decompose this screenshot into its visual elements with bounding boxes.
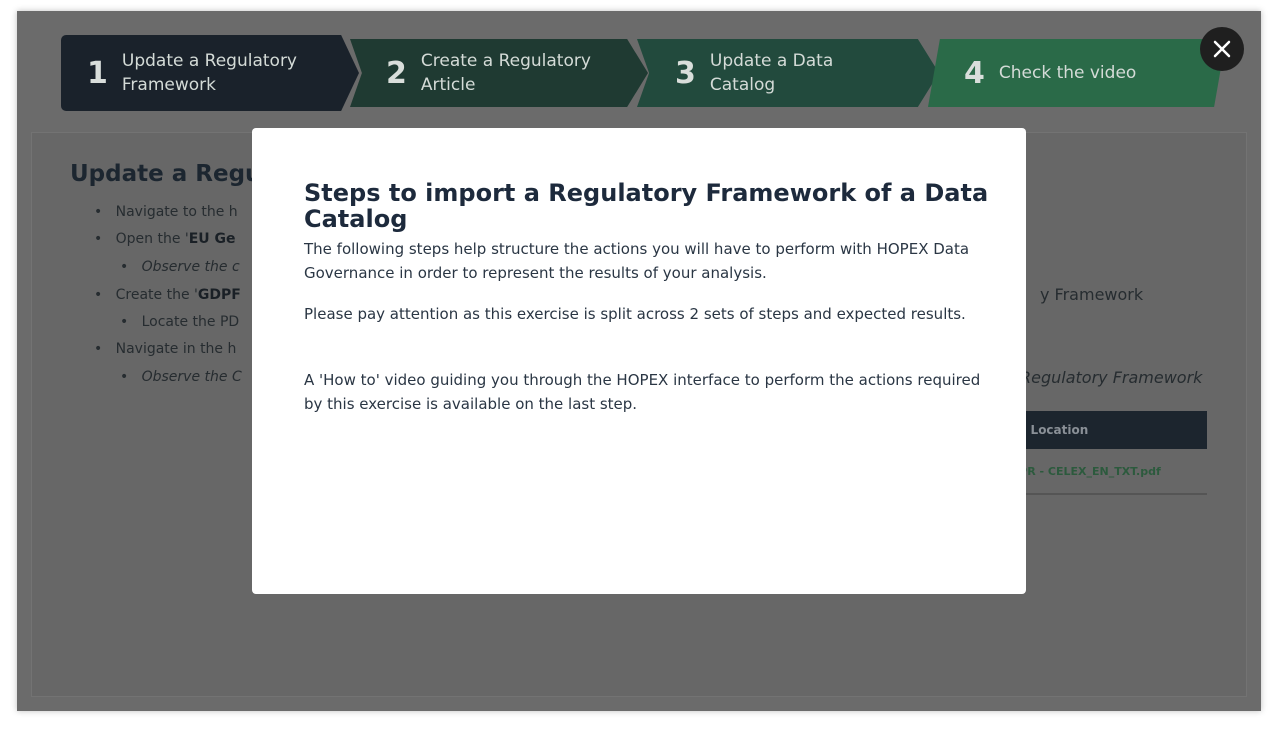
step-4[interactable]: 4 Check the video [928,39,1226,107]
modal-paragraph: The following steps help structure the a… [304,240,970,282]
table-header: ile Location [1002,411,1207,449]
right-text: Regulatory Framework [1020,368,1203,387]
list-item: • Locate the PD [120,314,240,330]
step-3[interactable]: 3 Update a Data Catalog [637,39,939,107]
right-text: y Framework [1040,285,1144,304]
close-icon [1213,40,1231,58]
step-label: Update a Data Catalog [709,51,834,95]
panel-title: Update a Regu [70,161,262,187]
lightbox-frame: 1 Update a Regulatory Framework 2 Create… [17,11,1261,711]
step-label: Update a Regulatory Framework [121,51,297,95]
modal-paragraph: A 'How to' video guiding you through the… [304,371,981,413]
list-item: • Observe the c [120,259,240,275]
file-link[interactable]: DPR - CELEX_EN_TXT.pdf [1002,449,1207,495]
stepper: 1 Update a Regulatory Framework 2 Create… [61,35,1229,111]
modal-paragraph: Please pay attention as this exercise is… [304,305,966,323]
step-1[interactable]: 1 Update a Regulatory Framework [61,35,359,111]
list-item: • Open the 'EU Ge [94,231,236,247]
list-item: • Create the 'GDPF [94,287,241,303]
step-label: Create a Regulatory Article [420,51,591,95]
list-item: • Navigate in the h [94,341,237,357]
step-label: Check the video [998,63,1137,83]
file-table: ile Location DPR - CELEX_EN_TXT.pdf [1002,411,1207,495]
step-2[interactable]: 2 Create a Regulatory Article [350,39,648,107]
step-number: 1 [87,55,108,91]
modal-title: Steps to import a Regulatory Framework o… [304,179,989,233]
instructions-modal: Steps to import a Regulatory Framework o… [252,128,1026,594]
list-item: • Navigate to the h [94,204,238,220]
step-number: 2 [386,55,407,91]
step-number: 4 [964,55,985,91]
list-item: • Observe the C [120,369,242,385]
close-button[interactable] [1200,27,1244,71]
step-number: 3 [675,55,696,91]
